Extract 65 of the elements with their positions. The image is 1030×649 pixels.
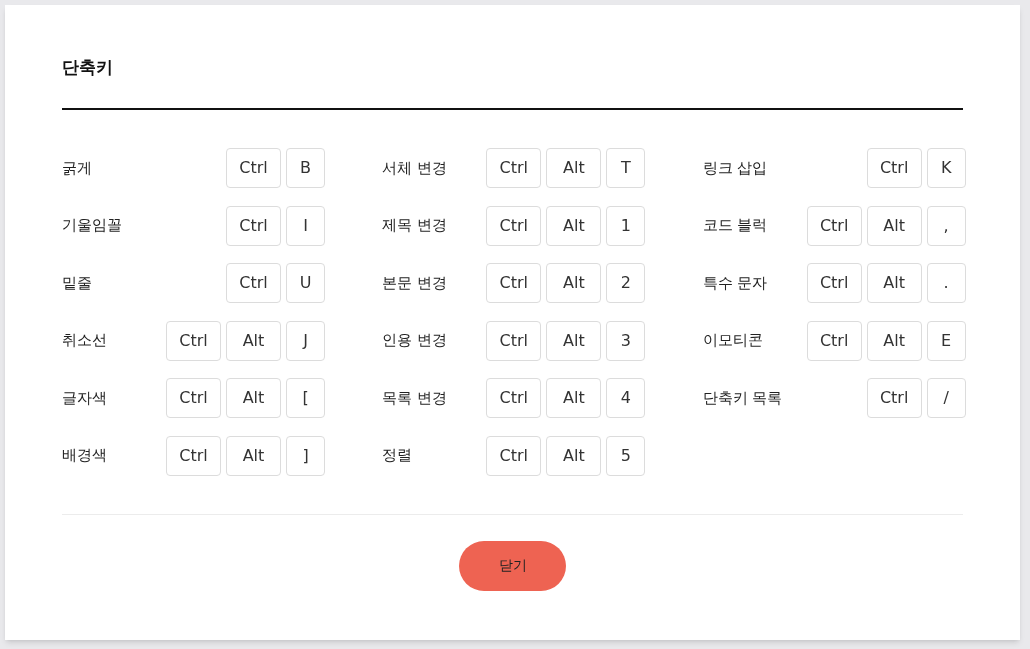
key-cap: Ctrl (866, 378, 922, 418)
key-cap: Ctrl (166, 320, 221, 361)
key-cap: Alt (546, 148, 602, 188)
key-cap: Alt (546, 378, 602, 418)
shortcut-label: 코드 블럭 (702, 215, 768, 237)
shortcut-label: 목록 변경 (382, 387, 448, 409)
key-cap: Alt (866, 263, 922, 303)
key-cap: 2 (606, 263, 646, 303)
key-cap: Alt (226, 320, 281, 361)
key-cap: Alt (226, 378, 281, 418)
shortcut-label: 밑줄 (62, 272, 92, 294)
key-cap: , (926, 205, 966, 246)
key-cap: Ctrl (806, 263, 862, 303)
key-cap: Alt (866, 320, 922, 361)
shortcut-label: 단축키 목록 (702, 387, 783, 409)
key-cap: Ctrl (166, 435, 221, 476)
key-cap: Alt (226, 435, 281, 476)
shortcut-label: 본문 변경 (382, 272, 448, 294)
key-cap: Ctrl (226, 263, 281, 303)
key-cap: Ctrl (226, 148, 281, 188)
key-cap: 1 (606, 205, 646, 246)
key-cap: 3 (606, 320, 646, 361)
key-cap: Ctrl (486, 205, 542, 246)
shortcut-label: 이모티콘 (702, 330, 763, 352)
key-cap: Ctrl (806, 320, 862, 361)
shortcut-label: 기울임꼴 (62, 215, 122, 237)
key-cap: T (606, 148, 646, 188)
key-cap: Ctrl (486, 263, 542, 303)
key-cap: Ctrl (166, 378, 221, 418)
key-cap: . (926, 263, 966, 303)
key-cap: / (926, 378, 966, 418)
key-cap: ] (286, 435, 325, 476)
key-cap: U (286, 263, 325, 303)
key-cap: Alt (546, 435, 602, 476)
key-cap: 5 (606, 435, 646, 476)
dialog-title: 단축키 (62, 56, 113, 79)
key-cap: Ctrl (226, 205, 281, 246)
key-cap: Ctrl (486, 320, 542, 361)
key-cap: 4 (606, 378, 646, 418)
key-cap: Ctrl (486, 378, 542, 418)
key-cap: Alt (546, 320, 602, 361)
key-cap: Alt (866, 205, 922, 246)
key-cap: B (286, 148, 325, 188)
shortcut-label: 글자색 (62, 387, 107, 409)
shortcut-label: 배경색 (62, 445, 107, 467)
key-cap: Alt (546, 263, 602, 303)
shortcut-label: 제목 변경 (382, 215, 448, 237)
shortcut-label: 굵게 (62, 157, 92, 179)
key-cap: K (926, 148, 966, 188)
key-cap: E (926, 320, 966, 361)
shortcut-label: 취소선 (62, 330, 107, 352)
key-cap: Ctrl (486, 148, 542, 188)
key-cap: Ctrl (866, 148, 922, 188)
key-cap: J (286, 320, 325, 361)
key-cap: [ (286, 378, 325, 418)
key-cap: Alt (546, 205, 602, 246)
shortcut-label: 특수 문자 (702, 272, 768, 294)
key-cap: I (286, 205, 325, 246)
shortcut-label: 서체 변경 (382, 157, 448, 179)
key-cap: Ctrl (806, 205, 862, 246)
shortcut-label: 인용 변경 (382, 330, 448, 352)
shortcut-label: 링크 삽입 (702, 157, 768, 179)
key-cap: Ctrl (486, 435, 542, 476)
shortcut-label: 정렬 (382, 445, 413, 467)
close-button[interactable]: 닫기 (459, 540, 566, 591)
